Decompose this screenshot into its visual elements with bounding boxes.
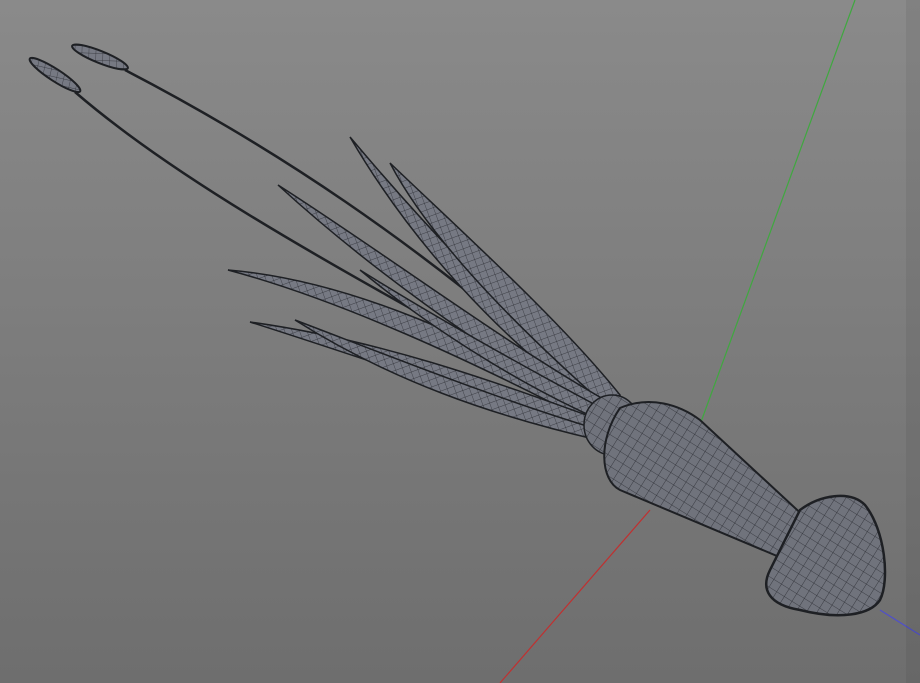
tentacle-club xyxy=(28,56,82,94)
viewport-edge-strip xyxy=(906,0,920,683)
arms xyxy=(227,136,622,441)
3d-viewport[interactable] xyxy=(0,0,920,683)
squid-model[interactable] xyxy=(27,40,887,617)
y-axis-line xyxy=(689,0,856,453)
viewport-canvas[interactable] xyxy=(0,0,920,683)
x-axis-line xyxy=(499,509,651,683)
tentacle-club xyxy=(71,43,129,71)
